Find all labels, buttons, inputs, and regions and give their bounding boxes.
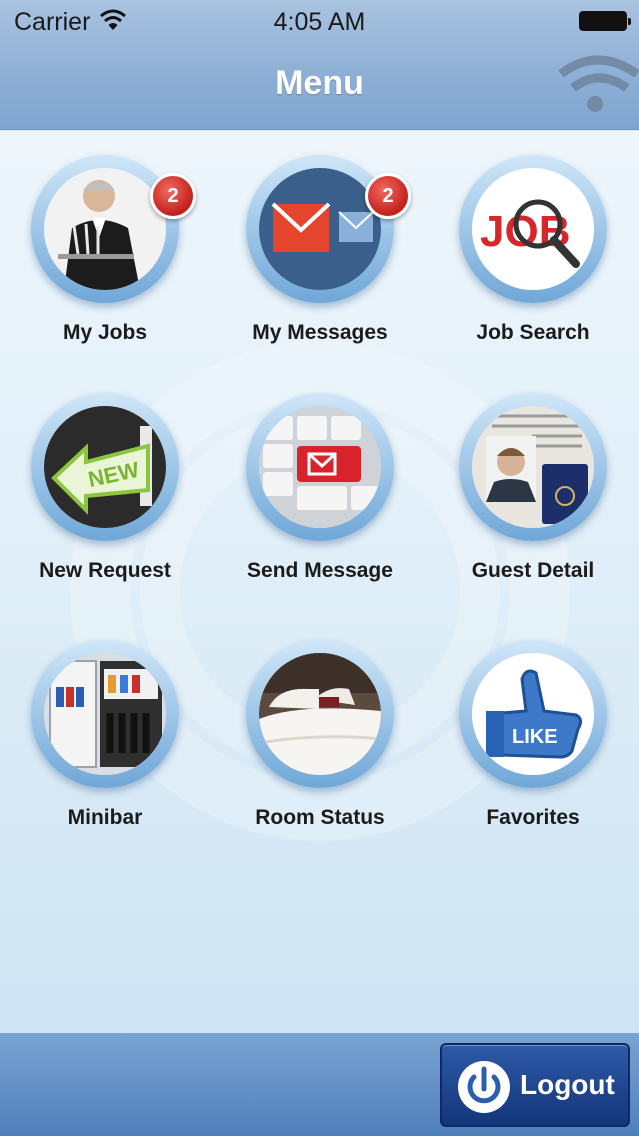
power-icon <box>458 1061 510 1113</box>
page-title: Menu <box>275 64 364 102</box>
svg-text:LIKE: LIKE <box>512 726 558 748</box>
navigation-header: Carrier 4:05 AM Menu <box>0 0 639 130</box>
logout-label: Logout <box>520 1069 615 1100</box>
like-thumb-icon: LIKE <box>472 653 594 775</box>
menu-item-minibar[interactable]: Minibar <box>0 640 210 850</box>
menu-item-label: Minibar <box>67 806 143 829</box>
menu-item-label: New Request <box>39 559 171 582</box>
bottom-toolbar: Logout <box>0 1033 639 1136</box>
menu-item-label: Send Message <box>247 559 393 582</box>
menu-item-label: Room Status <box>255 806 385 829</box>
envelope-icon <box>259 168 381 290</box>
menu-grid-area: 2 My Jobs 2 My Messages JOB Job Search N… <box>0 131 639 1033</box>
menu-item-label: Job Search <box>476 321 590 344</box>
menu-item-new-request[interactable]: NEW New Request <box>0 393 210 603</box>
menu-item-label: My Messages <box>252 321 388 344</box>
menu-item-my-jobs[interactable]: 2 My Jobs <box>0 155 210 365</box>
minibar-fridge-icon <box>44 653 166 775</box>
logout-button[interactable]: Logout <box>440 1043 630 1127</box>
bed-icon <box>259 653 381 775</box>
job-search-icon: JOB <box>472 168 594 290</box>
menu-item-favorites[interactable]: LIKE Favorites <box>428 640 638 850</box>
menu-item-label: Favorites <box>486 806 580 829</box>
status-bar: Carrier 4:05 AM <box>0 0 639 44</box>
waiter-icon <box>44 168 166 290</box>
passport-icon <box>472 406 594 528</box>
status-time: 4:05 AM <box>273 8 366 36</box>
badge-count: 2 <box>365 173 411 219</box>
menu-item-label: Guest Detail <box>471 559 595 582</box>
new-arrow-icon: NEW <box>44 406 166 528</box>
menu-item-room-status[interactable]: Room Status <box>215 640 425 850</box>
badge-count: 2 <box>150 173 196 219</box>
menu-item-job-search[interactable]: JOB Job Search <box>428 155 638 365</box>
menu-item-my-messages[interactable]: 2 My Messages <box>215 155 425 365</box>
keyboard-mail-icon <box>259 406 381 528</box>
menu-item-send-message[interactable]: Send Message <box>215 393 425 603</box>
menu-item-guest-detail[interactable]: Guest Detail <box>428 393 638 603</box>
battery-icon <box>579 11 631 31</box>
connection-signal-icon <box>558 55 639 112</box>
menu-item-label: My Jobs <box>62 321 148 344</box>
